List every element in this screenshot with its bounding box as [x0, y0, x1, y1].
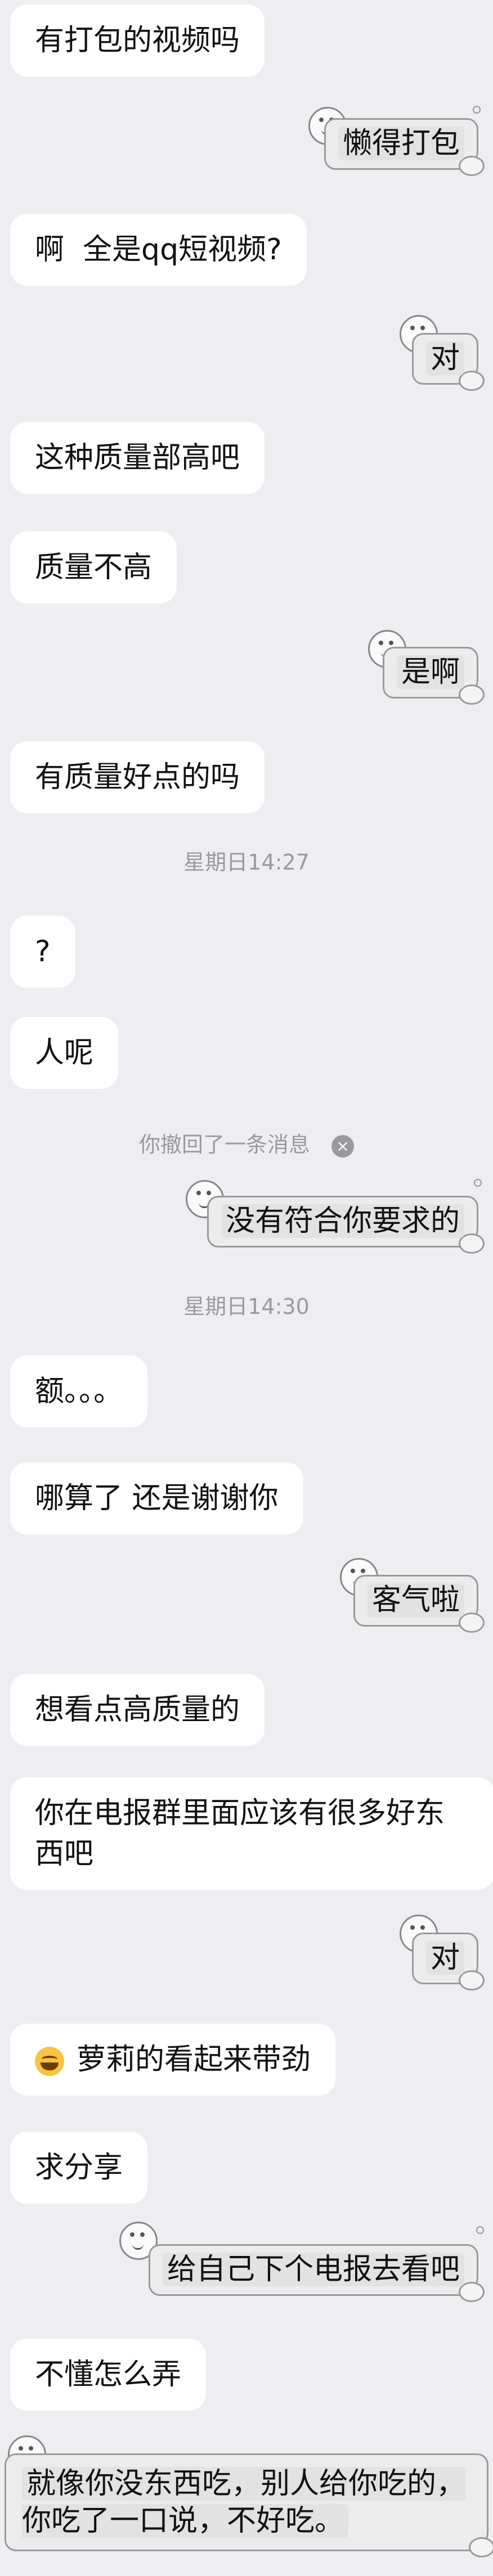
sparkle-icon	[473, 106, 481, 114]
message-text: 萝莉的看起来带劲	[77, 2043, 311, 2077]
message-bubble-outgoing[interactable]: 客气啦	[353, 1575, 485, 1633]
message-text: 你在电报群里面应该有很多好东 西吧	[35, 1796, 445, 1871]
close-icon[interactable]: ×	[331, 1134, 355, 1158]
message-text: 有质量好点的吗	[35, 760, 240, 794]
message-text: 想看点高质量的	[35, 1693, 240, 1727]
message-text: 是啊	[396, 655, 464, 689]
message-text: 啊 全是qq短视频?	[35, 233, 282, 267]
message-text: 哪算了 还是谢谢你	[35, 1481, 279, 1515]
message-bubble-outgoing[interactable]: 对	[411, 1933, 485, 1990]
message-bubble-incoming[interactable]: 这种质量部高吧	[10, 422, 265, 494]
message-bubble-incoming[interactable]: 有质量好点的吗	[10, 741, 265, 813]
message-bubble-incoming[interactable]: 啊 全是qq短视频?	[10, 214, 307, 286]
message-text: 额。。。	[35, 1375, 123, 1408]
message-bubble-incoming[interactable]: 不懂怎么弄	[10, 2339, 207, 2411]
grinning-sweat-emoji-icon	[35, 2047, 64, 2076]
message-bubble-incoming[interactable]: 质量不高	[10, 532, 177, 604]
message-text: 给自己下个电报去看吧	[162, 2253, 464, 2286]
message-bubble-incoming[interactable]: 哪算了 还是谢谢你	[10, 1462, 303, 1534]
message-text: 这种质量部高吧	[35, 441, 240, 475]
message-text: 人呢	[35, 1036, 94, 1070]
message-bubble-outgoing[interactable]: 没有符合你要求的	[207, 1196, 485, 1254]
message-text: 没有符合你要求的	[221, 1204, 464, 1238]
sparkle-icon	[474, 1179, 482, 1187]
message-bubble-outgoing[interactable]: 是啊	[382, 647, 485, 705]
message-bubble-incoming[interactable]: 额。。。	[10, 1355, 148, 1427]
recall-notice: 你撤回了一条消息 ×	[0, 1127, 493, 1158]
message-bubble-incoming[interactable]: 求分享	[10, 2132, 148, 2204]
timestamp: 星期日14:27	[183, 850, 310, 875]
message-bubble-outgoing[interactable]: 就像你没东西吃，别人给你吃的， 你吃了一口说，不好吃。	[5, 2453, 493, 2557]
message-bubble-incoming[interactable]: 萝莉的看起来带劲	[10, 2024, 336, 2096]
message-text: 质量不高	[35, 551, 153, 584]
message-text: 对	[425, 1941, 464, 1975]
message-bubble-incoming[interactable]: 人呢	[10, 1017, 119, 1089]
message-text: 就像你没东西吃，别人给你吃的， 你吃了一口说，不好吃。	[22, 2467, 466, 2538]
message-bubble-outgoing[interactable]: 对	[411, 333, 485, 391]
message-bubble-incoming[interactable]: ?	[10, 916, 75, 988]
message-text: 对	[425, 341, 464, 375]
message-bubble-incoming[interactable]: 想看点高质量的	[10, 1674, 265, 1746]
message-text: 有打包的视频吗	[35, 24, 240, 57]
message-text: 不懂怎么弄	[35, 2358, 182, 2392]
message-text: 求分享	[35, 2151, 123, 2185]
recall-notice-text: 你撤回了一条消息	[138, 1132, 310, 1157]
message-text: 懒得打包	[338, 127, 464, 160]
message-bubble-incoming[interactable]: 你在电报群里面应该有很多好东 西吧	[10, 1777, 493, 1890]
message-text: 客气啦	[367, 1583, 464, 1617]
message-bubble-outgoing[interactable]: 给自己下个电报去看吧	[148, 2244, 485, 2302]
message-bubble-outgoing[interactable]: 懒得打包	[324, 118, 485, 176]
sparkle-icon	[476, 2226, 484, 2234]
message-text: ?	[35, 935, 51, 969]
timestamp: 星期日14:30	[183, 1294, 310, 1319]
message-bubble-incoming[interactable]: 有打包的视频吗	[10, 4, 265, 76]
